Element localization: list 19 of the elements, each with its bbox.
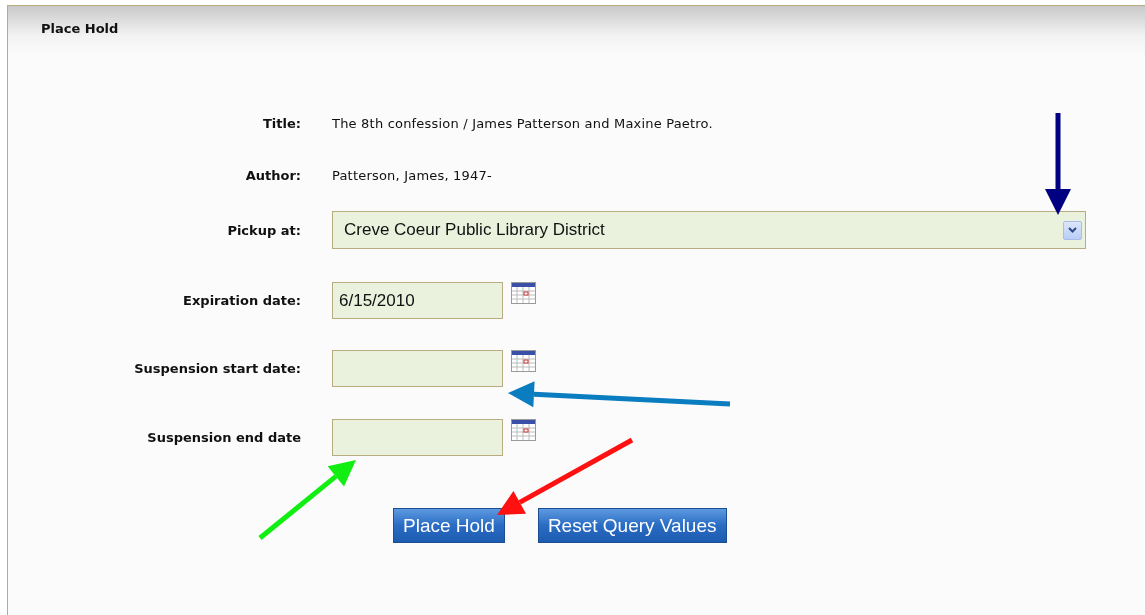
chevron-down-icon [1068, 227, 1077, 233]
field-label: Suspension end date [147, 430, 301, 445]
date-field[interactable]: 6/15/2010 [332, 282, 503, 319]
field-label: Expiration date: [183, 293, 301, 308]
pickup-dropdown[interactable]: Creve Coeur Public Library District [332, 211, 1086, 249]
place-hold-button[interactable]: Place Hold [393, 508, 505, 543]
date-field[interactable] [332, 419, 503, 456]
date-field[interactable] [332, 350, 503, 387]
field-value: Patterson, James, 1947- [332, 167, 492, 183]
field-value: The 8th confession / James Patterson and Maxine Paetro. [332, 115, 713, 131]
field-label: Suspension start date: [134, 361, 301, 376]
calendar-icon[interactable] [511, 282, 536, 304]
field-label: Title: [263, 115, 301, 131]
calendar-icon[interactable] [511, 350, 536, 372]
reset-button[interactable]: Reset Query Values [537, 508, 727, 543]
field-label: Author: [245, 167, 301, 183]
panel-title: Place Hold [41, 20, 119, 36]
calendar-icon[interactable] [511, 419, 536, 441]
field-label: Pickup at: [227, 222, 301, 238]
